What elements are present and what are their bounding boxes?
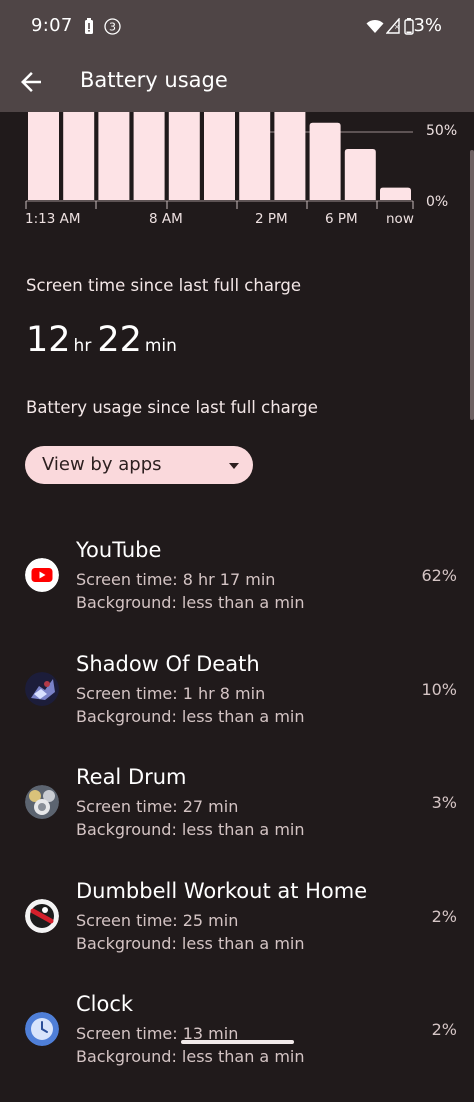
- battery-chart: 50% 0% 1:13 AM 8 AM 2 PM 6 PM now: [0, 112, 474, 232]
- status-bar: 9:07 3 × 3%: [0, 0, 474, 54]
- chart-bar: [63, 112, 95, 200]
- app-background-time: Background: less than a min: [76, 1047, 305, 1066]
- shadow-of-death-icon: [25, 672, 59, 706]
- app-screen-time: Screen time: 25 min: [76, 911, 239, 930]
- page-title: Battery usage: [80, 68, 228, 92]
- x-tick-label: 8 AM: [149, 211, 183, 227]
- chart-bar: [380, 187, 411, 200]
- status-time: 9:07: [31, 15, 73, 36]
- app-name: Clock: [76, 992, 134, 1016]
- dumbbell-workout-icon: [25, 899, 59, 933]
- battery-usage-label: Battery usage since last full charge: [26, 398, 318, 417]
- screen-time-hours-unit: hr: [73, 336, 92, 356]
- real-drum-icon: [25, 785, 59, 819]
- app-percent: 3%: [431, 793, 457, 812]
- app-row-youtube[interactable]: YouTube Screen time: 8 hr 17 min Backgro…: [0, 538, 474, 648]
- y-tick-label: 50%: [426, 123, 458, 139]
- chart-bar: [133, 112, 165, 200]
- x-tick-label: 1:13 AM: [25, 211, 81, 227]
- chart-bar: [204, 112, 235, 200]
- svg-text:×: ×: [394, 23, 400, 31]
- screen-time-hours: 12: [26, 320, 71, 360]
- x-tick-label: 6 PM: [325, 211, 358, 227]
- battery-percent: 3%: [413, 15, 442, 36]
- app-name: YouTube: [76, 538, 162, 562]
- chart-bar: [28, 112, 59, 200]
- app-background-time: Background: less than a min: [76, 820, 305, 839]
- scrollbar[interactable]: [470, 150, 474, 420]
- app-background-time: Background: less than a min: [76, 934, 305, 953]
- youtube-icon: [25, 558, 59, 592]
- app-percent: 2%: [431, 907, 457, 926]
- app-name: Dumbbell Workout at Home: [76, 879, 368, 903]
- chart-bar: [344, 148, 376, 200]
- app-row-clock[interactable]: Clock Screen time: 13 min Background: le…: [0, 992, 474, 1102]
- battery-chart-plot: [25, 112, 414, 209]
- app-bar: Battery usage: [0, 54, 474, 112]
- app-background-time: Background: less than a min: [76, 707, 305, 726]
- app-row-shadow-of-death[interactable]: Shadow Of Death Screen time: 1 hr 8 min …: [0, 652, 474, 762]
- chart-bar: [168, 112, 200, 200]
- view-by-dropdown[interactable]: View by apps: [25, 446, 253, 484]
- app-percent: 10%: [421, 680, 457, 699]
- wifi-icon: [366, 19, 384, 33]
- screen-time-label: Screen time since last full charge: [26, 276, 302, 295]
- battery-alert-icon: [85, 18, 93, 34]
- signal-icon: ×: [386, 18, 400, 34]
- app-name: Real Drum: [76, 765, 187, 789]
- app-screen-time: Screen time: 27 min: [76, 797, 239, 816]
- clock-icon: [25, 1012, 59, 1046]
- dropdown-arrow-icon: [229, 463, 239, 469]
- x-axis-ticks: [25, 201, 414, 209]
- x-tick-label: now: [386, 211, 414, 227]
- app-percent: 62%: [421, 566, 457, 585]
- notification-count: 3: [109, 21, 116, 34]
- chart-bar: [98, 112, 130, 200]
- screen-time-minutes: 22: [97, 320, 142, 360]
- app-row-real-drum[interactable]: Real Drum Screen time: 27 min Background…: [0, 765, 474, 875]
- app-screen-time: Screen time: 1 hr 8 min: [76, 684, 266, 703]
- navigation-handle[interactable]: [181, 1040, 294, 1044]
- dropdown-label: View by apps: [42, 454, 162, 475]
- app-background-time: Background: less than a min: [76, 593, 305, 612]
- app-percent: 2%: [431, 1020, 457, 1039]
- notification-count-icon: 3: [104, 18, 121, 35]
- screen-time-value: 12 hr 22 min: [26, 320, 183, 360]
- x-tick-label: 2 PM: [255, 211, 288, 227]
- app-screen-time: Screen time: 8 hr 17 min: [76, 570, 276, 589]
- chart-bar: [309, 122, 341, 200]
- arrow-back-icon[interactable]: [16, 67, 46, 97]
- chart-bar: [274, 112, 306, 200]
- app-row-dumbbell-workout[interactable]: Dumbbell Workout at Home Screen time: 25…: [0, 879, 474, 989]
- screen-time-minutes-unit: min: [144, 336, 177, 356]
- app-name: Shadow Of Death: [76, 652, 260, 676]
- y-tick-label: 0%: [426, 194, 449, 210]
- chart-bars: [28, 112, 411, 200]
- chart-bar: [239, 112, 271, 200]
